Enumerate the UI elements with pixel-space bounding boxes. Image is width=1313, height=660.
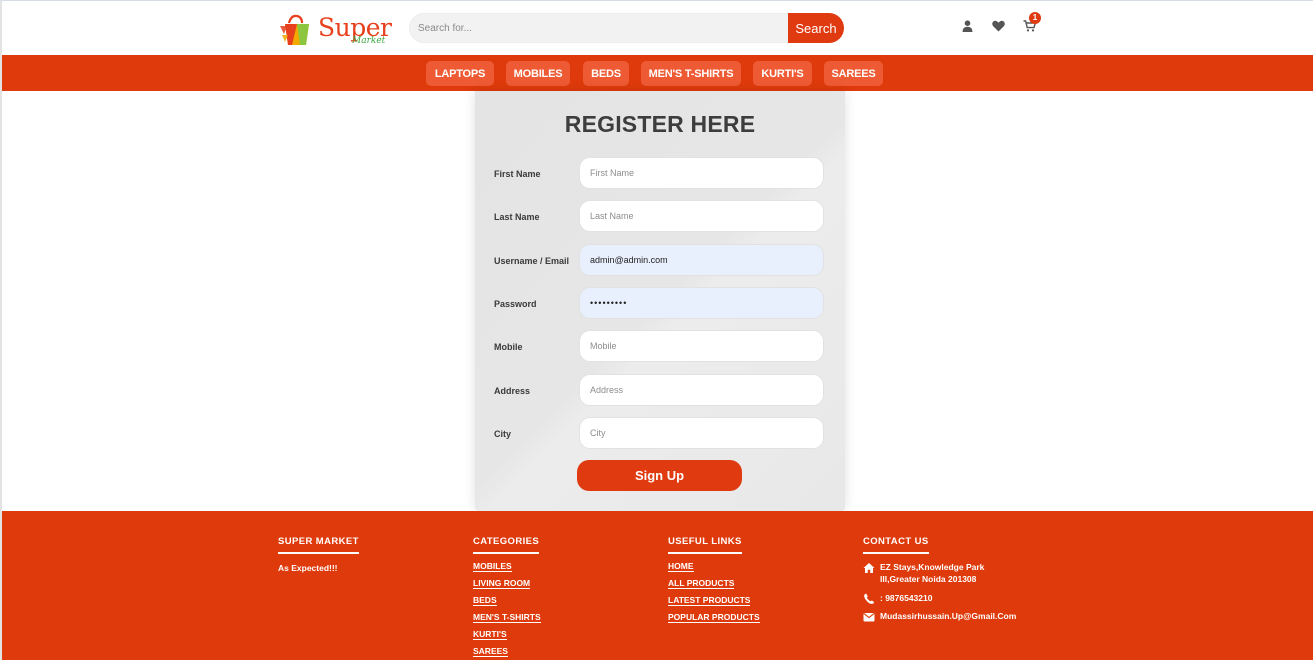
footer-link-living-room[interactable]: LIVING ROOM [473,578,531,589]
heart-icon[interactable] [991,19,1005,33]
footer-link-mobiles[interactable]: MOBILES [473,561,512,572]
register-card: REGISTER HERE First Name Last Name Usern… [475,91,845,511]
contact-phone-number: : 9876543210 [880,593,933,603]
username-email-label: Username / Email [494,256,570,266]
footer-link-sarees[interactable]: SAREES [473,646,508,657]
contact-phone: : 9876543210 [863,593,1016,604]
category-nav: LAPTOPS MOBILES BEDS MEN'S T-SHIRTS KURT… [2,55,1313,91]
footer-link-latest-products[interactable]: LATEST PRODUCTS [668,595,751,606]
contact-address: EZ Stays,Knowledge Park III,Greater Noid… [863,562,1016,584]
contact-email-address: Mudassirhussain.Up@Gmail.Com [880,611,1017,621]
footer-useful-links-heading: USEFUL LINKS [668,536,742,554]
footer-link-mens-tshirts[interactable]: MEN'S T-SHIRTS [473,612,541,623]
address-label: Address [494,386,531,396]
user-icon[interactable] [960,19,974,33]
search-button[interactable]: Search [788,13,844,43]
password-label: Password [494,299,537,309]
nav-item-mobiles[interactable]: MOBILES [506,61,570,86]
footer-contact-heading: CONTACT US [863,536,929,554]
footer-categories-heading: CATEGORIES [473,536,540,554]
username-email-field[interactable] [579,244,824,276]
footer-link-kurtis[interactable]: KURTI'S [473,629,507,640]
cart-count-badge: 1 [1029,12,1041,24]
register-title: REGISTER HERE [564,111,756,137]
footer-link-home[interactable]: HOME [668,561,694,572]
city-field[interactable] [579,417,824,449]
search-input[interactable] [409,13,793,43]
footer-contact: CONTACT US EZ Stays,Knowledge Park III,G… [863,531,1017,622]
first-name-label: First Name [494,169,541,179]
nav-item-kurtis[interactable]: KURTI'S [753,61,812,86]
mobile-label: Mobile [494,342,523,352]
footer-super-market-heading: SUPER MARKET [278,536,359,554]
first-name-field[interactable] [579,157,824,189]
phone-icon [864,593,875,604]
contact-email: Mudassirhussain.Up@Gmail.Com [863,611,1017,622]
mobile-field[interactable] [579,330,824,362]
site-logo[interactable]: Super Market [280,11,392,49]
envelope-icon [863,612,875,622]
nav-item-sarees[interactable]: SAREES [824,61,883,86]
footer-link-popular-products[interactable]: POPULAR PRODUCTS [668,612,760,623]
address-field[interactable] [579,374,824,406]
contact-address-line1: EZ Stays,Knowledge Park [880,562,985,572]
footer-useful-links: USEFUL LINKS HOME ALL PRODUCTS LATEST PR… [668,531,760,629]
logo-subword: Market [352,36,386,46]
nav-item-mens-tshirts[interactable]: MEN'S T-SHIRTS [641,61,741,86]
logo-bag-icon [280,14,309,45]
footer-super-market: SUPER MARKET As Expected!!! [278,531,359,573]
nav-item-beds[interactable]: BEDS [583,61,629,86]
footer-link-all-products[interactable]: ALL PRODUCTS [668,578,735,589]
footer-tagline: As Expected!!! [278,563,338,573]
nav-item-laptops[interactable]: LAPTOPS [426,61,494,86]
footer-link-beds[interactable]: BEDS [473,595,497,606]
home-icon [863,563,875,573]
sign-up-button[interactable]: Sign Up [577,460,742,491]
cart-icon[interactable]: 1 [1022,12,1041,33]
search-bar: Search [409,13,844,43]
contact-address-line2: III,Greater Noida 201308 [880,574,977,584]
city-label: City [494,429,512,439]
site-footer: SUPER MARKET As Expected!!! CATEGORIES M… [2,511,1313,660]
footer-categories: CATEGORIES MOBILES LIVING ROOM BEDS MEN'… [473,531,541,660]
last-name-field[interactable] [579,200,824,232]
site-header: Super Market Search 1 [2,1,1313,55]
page: Super Market Search 1 LAPTOPS MOBILES BE… [0,0,1313,660]
password-field[interactable] [579,287,824,319]
last-name-label: Last Name [494,212,540,222]
